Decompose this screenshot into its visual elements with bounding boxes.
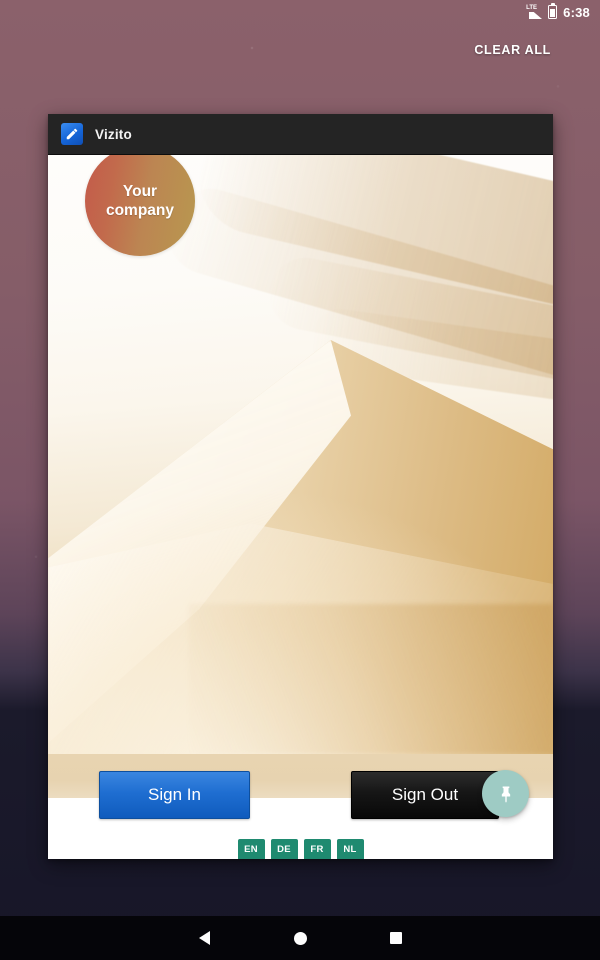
battery-icon [548, 2, 558, 19]
action-area: Sign In Sign Out EN DE FR NL [48, 754, 553, 859]
nav-back-button[interactable] [156, 916, 252, 960]
recent-task-card[interactable]: Vizito Your company Sign In Sign Out EN … [48, 114, 553, 859]
android-recents-screen: LTE 6:38 CLEAR ALL Vizito Your company S… [0, 0, 600, 960]
language-button-de[interactable]: DE [270, 839, 298, 859]
clear-all-button[interactable]: CLEAR ALL [474, 43, 551, 57]
back-triangle-icon [198, 931, 210, 945]
status-time: 6:38 [563, 4, 590, 20]
company-logo-text: Your company [106, 182, 174, 220]
home-circle-icon [293, 931, 307, 945]
pushpin-fab-button[interactable] [482, 770, 529, 817]
nav-home-button[interactable] [252, 916, 348, 960]
pencil-edit-icon [61, 123, 83, 145]
status-bar: LTE 6:38 [0, 0, 600, 24]
language-button-en[interactable]: EN [237, 839, 265, 859]
company-logo-line1: Your [122, 183, 158, 200]
signal-lte-label: LTE [526, 4, 538, 11]
android-nav-bar [0, 916, 600, 960]
language-button-nl[interactable]: NL [336, 839, 364, 859]
app-screen: Your company Sign In Sign Out EN DE FR N… [48, 155, 553, 859]
signal-lte-icon: LTE [526, 4, 543, 19]
sign-in-button[interactable]: Sign In [99, 771, 250, 819]
recents-square-icon [390, 932, 402, 944]
app-title: Vizito [95, 126, 132, 142]
language-button-fr[interactable]: FR [303, 839, 331, 859]
sign-out-button[interactable]: Sign Out [351, 771, 499, 819]
task-card-header[interactable]: Vizito [48, 114, 553, 155]
pushpin-icon [501, 786, 510, 803]
nav-recents-button[interactable] [348, 916, 444, 960]
company-logo-line2: company [105, 202, 175, 219]
language-switcher: EN DE FR NL [48, 839, 553, 859]
